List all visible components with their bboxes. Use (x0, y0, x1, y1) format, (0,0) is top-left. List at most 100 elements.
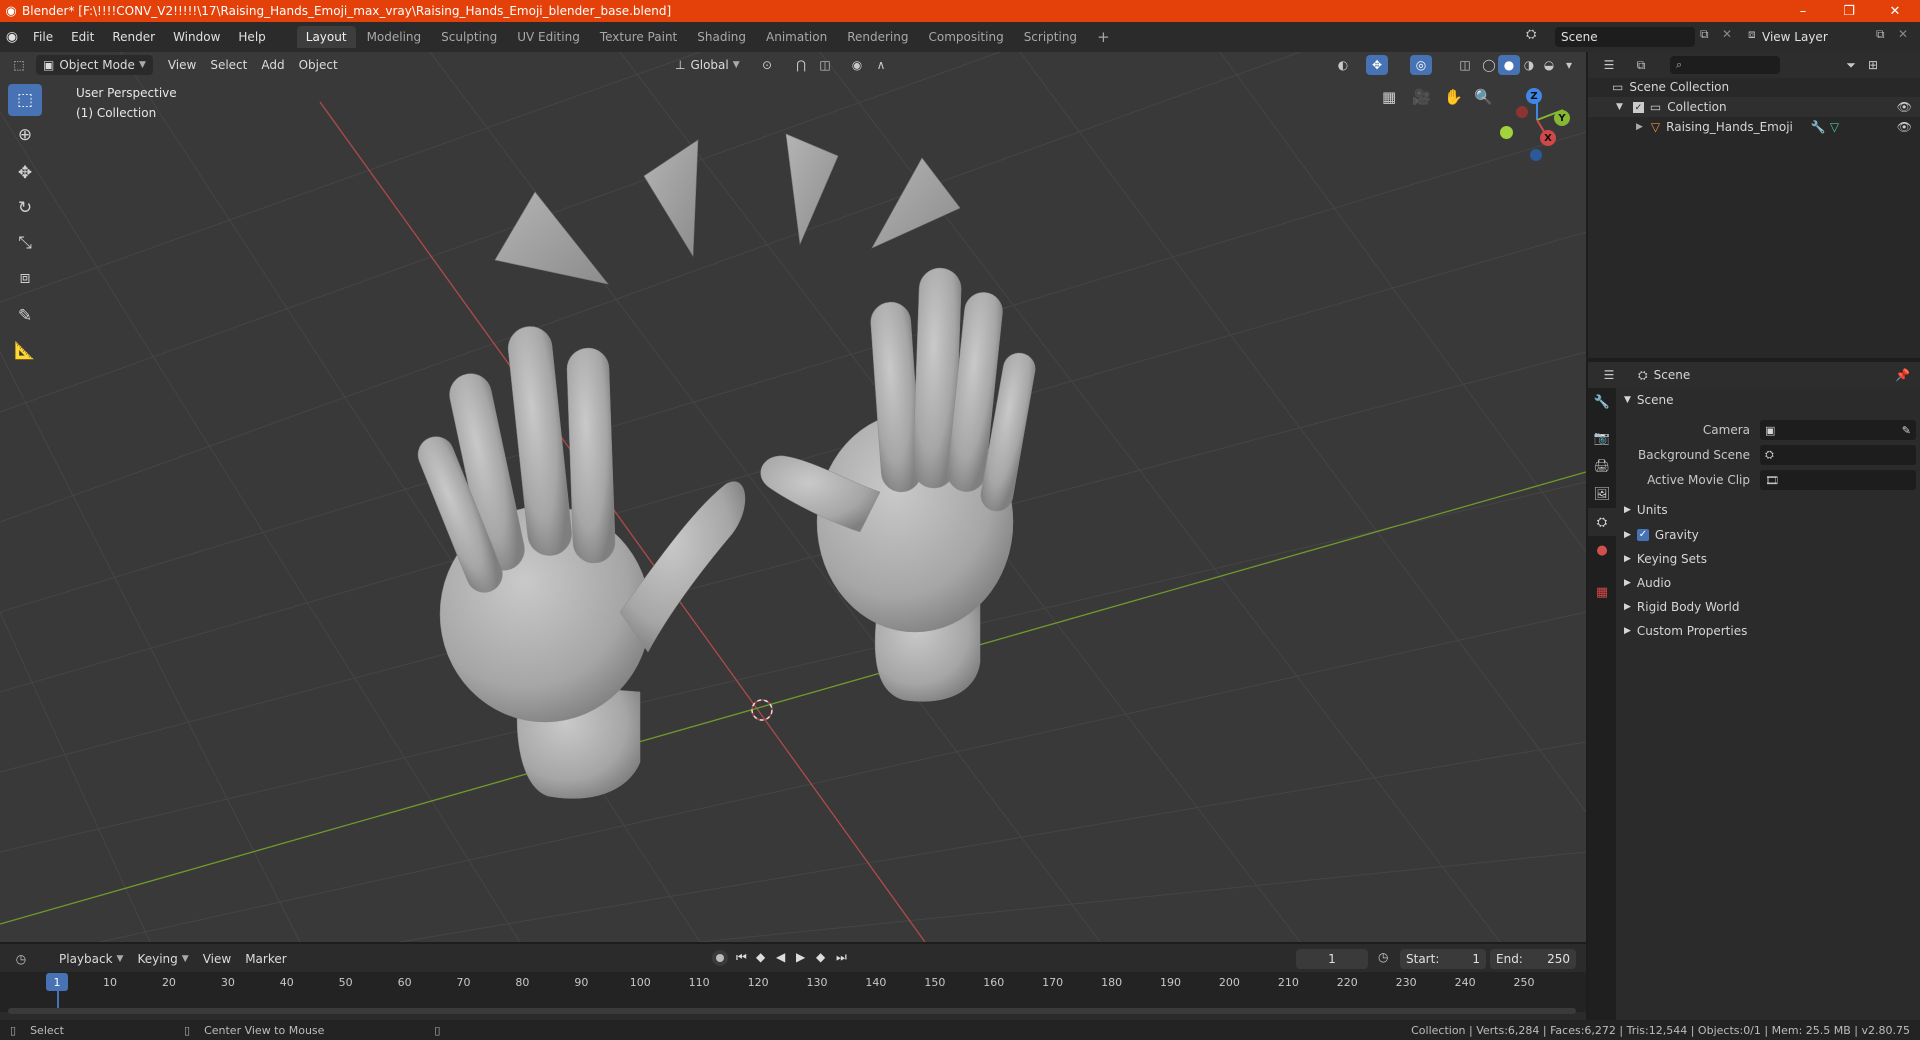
new-view-layer-icon[interactable]: ⧉ (1876, 27, 1885, 42)
visibility-icon[interactable]: ◐ (1332, 55, 1354, 75)
expand-arrow-icon[interactable]: ▼ (1616, 102, 1623, 112)
camera-icon[interactable]: 🎥 (1412, 88, 1431, 106)
display-mode-icon[interactable]: ⧉ (1630, 55, 1652, 75)
playback-dropdown[interactable]: Playback ▼ (52, 949, 130, 969)
tab-compositing[interactable]: Compositing (919, 26, 1012, 48)
delete-view-layer-icon[interactable]: ✕ (1898, 27, 1908, 41)
pan-hand-icon[interactable]: ✋ (1444, 88, 1463, 106)
modifier-wrench-icon[interactable]: 🔧 (1811, 120, 1826, 134)
keying-sets-panel-header[interactable]: ▶ Keying Sets (1624, 549, 1707, 569)
editor-type-icon[interactable]: ⬚ (8, 55, 30, 75)
jump-to-end-icon[interactable]: ⏭ (836, 950, 847, 965)
view-layer-browse-icon[interactable]: ⧈ (1748, 27, 1756, 42)
transform-orientation-dropdown[interactable]: ⊥ Global ▼ (668, 55, 747, 75)
solid-shading-icon[interactable]: ● (1498, 55, 1520, 75)
gizmo-toggle-icon[interactable]: ✥ (1366, 55, 1388, 75)
menu-file[interactable]: File (24, 30, 62, 44)
gravity-panel-header[interactable]: ▶ ✓ Gravity (1624, 525, 1699, 545)
tab-rendering[interactable]: Rendering (838, 26, 917, 48)
outliner-editor-type-icon[interactable]: ☰ (1598, 55, 1620, 75)
gravity-checkbox[interactable]: ✓ (1636, 529, 1649, 541)
maximize-button[interactable]: ❐ (1826, 0, 1872, 22)
start-frame-field[interactable]: Start: 1 (1400, 949, 1486, 969)
viewport-menu-select[interactable]: Select (203, 55, 254, 75)
tab-layout[interactable]: Layout (296, 26, 356, 48)
proportional-edit-icon[interactable]: ◉ (846, 55, 868, 75)
view-layer-tab-icon[interactable]: 🖼 (1588, 480, 1616, 508)
left-hand-mesh[interactable] (413, 324, 746, 799)
timeline-menu-view[interactable]: View (196, 949, 238, 969)
overlay-toggle-icon[interactable]: ◎ (1410, 55, 1432, 75)
eyedropper-icon[interactable]: ✎ (1902, 424, 1911, 437)
timeline-menu-marker[interactable]: Marker (238, 949, 293, 969)
snap-icon[interactable]: ⋂ (790, 55, 812, 75)
play-icon[interactable]: ▶ (796, 950, 805, 964)
camera-field[interactable]: ▣ ✎ (1760, 420, 1916, 440)
preview-range-clock-icon[interactable]: ◷ (1378, 950, 1388, 964)
record-button[interactable] (712, 950, 728, 966)
gizmo-x-axis[interactable]: X (1540, 130, 1556, 146)
world-tab-icon[interactable]: ● (1588, 536, 1616, 564)
zoom-icon[interactable]: 🔍 (1474, 88, 1493, 106)
jump-to-keyframe-next-icon[interactable]: ◆ (816, 950, 825, 964)
transform-tool[interactable]: ⧈ (8, 262, 42, 294)
render-tab-icon[interactable]: 📷 (1588, 424, 1616, 452)
gizmo-neg-y-axis[interactable] (1500, 126, 1513, 139)
outliner-row-collection[interactable]: ▼ ✓ ▭ Collection 👁 (1588, 97, 1920, 117)
scene-selector[interactable]: Scene (1555, 27, 1695, 47)
scale-tool[interactable]: ⤡ (8, 227, 42, 259)
tool-tab-icon[interactable]: 🔧 (1588, 388, 1616, 416)
gizmo-neg-x-axis[interactable] (1516, 106, 1528, 118)
outliner-row-scene-collection[interactable]: ▭ Scene Collection (1588, 77, 1920, 97)
wireframe-shading-icon[interactable]: ◯ (1478, 55, 1500, 75)
object-mode-dropdown[interactable]: ▣ Object Mode ▼ (36, 55, 153, 75)
pin-icon[interactable]: 📌 (1895, 368, 1910, 382)
right-hand-mesh[interactable] (760, 267, 1038, 702)
material-shading-icon[interactable]: ◑ (1518, 55, 1540, 75)
audio-panel-header[interactable]: ▶ Audio (1624, 573, 1671, 593)
jump-to-keyframe-prev-icon[interactable]: ◆ (756, 950, 765, 964)
properties-editor-type-icon[interactable]: ☰ (1598, 365, 1620, 385)
snap-target-icon[interactable]: ◫ (814, 55, 836, 75)
shading-options-icon[interactable]: ▾ (1558, 55, 1580, 75)
custom-properties-panel-header[interactable]: ▶ Custom Properties (1624, 621, 1747, 641)
current-frame-field[interactable]: 1 (1296, 949, 1368, 969)
expand-arrow-icon[interactable]: ▶ (1636, 122, 1643, 132)
viewport-menu-add[interactable]: Add (254, 55, 291, 75)
keying-dropdown[interactable]: Keying ▼ (130, 949, 195, 969)
tab-shading[interactable]: Shading (688, 26, 755, 48)
tab-animation[interactable]: Animation (757, 26, 836, 48)
add-workspace-button[interactable]: + (1088, 24, 1119, 50)
collection-checkbox[interactable]: ✓ (1632, 101, 1644, 113)
pivot-point-icon[interactable]: ⊙ (756, 55, 778, 75)
viewport-menu-view[interactable]: View (161, 55, 203, 75)
scene-tab-icon[interactable]: ⛭ (1588, 508, 1616, 536)
menu-render[interactable]: Render (103, 30, 164, 44)
filter-icon[interactable]: ⏷ (1840, 55, 1862, 75)
blender-menu-icon[interactable]: ◉ (0, 29, 24, 45)
texture-tab-icon[interactable]: ▦ (1588, 578, 1616, 606)
collection-visibility-eye-icon[interactable]: 👁 (1897, 100, 1912, 114)
measure-tool[interactable]: 📐 (8, 335, 42, 367)
tab-uv-editing[interactable]: UV Editing (508, 26, 589, 48)
viewport-menu-object[interactable]: Object (292, 55, 345, 75)
gizmo-y-axis[interactable]: Y (1554, 110, 1570, 126)
new-scene-icon[interactable]: ⧉ (1700, 27, 1709, 42)
rigid-body-world-panel-header[interactable]: ▶ Rigid Body World (1624, 597, 1739, 617)
timeline-editor-type-icon[interactable]: ◷ (10, 949, 32, 969)
rendered-shading-icon[interactable]: ◒ (1538, 55, 1560, 75)
jump-to-start-icon[interactable]: ⏮ (736, 950, 747, 965)
minimize-button[interactable]: – (1780, 0, 1826, 22)
3d-cursor[interactable] (751, 699, 773, 721)
units-panel-header[interactable]: ▶ Units (1624, 500, 1668, 520)
new-collection-icon[interactable]: ⊞ (1862, 55, 1884, 75)
tab-scripting[interactable]: Scripting (1015, 26, 1086, 48)
select-box-tool[interactable]: ⬚ (8, 84, 42, 116)
timeline-scrollbar[interactable] (8, 1008, 1576, 1014)
menu-window[interactable]: Window (164, 30, 229, 44)
view-layer-selector[interactable]: View Layer (1756, 27, 1876, 47)
annotate-tool[interactable]: ✎ (8, 300, 42, 332)
xray-toggle-icon[interactable]: ◫ (1454, 55, 1476, 75)
outliner-search-input[interactable]: ⌕ (1670, 56, 1780, 74)
background-scene-field[interactable]: ⛭ (1760, 445, 1916, 465)
